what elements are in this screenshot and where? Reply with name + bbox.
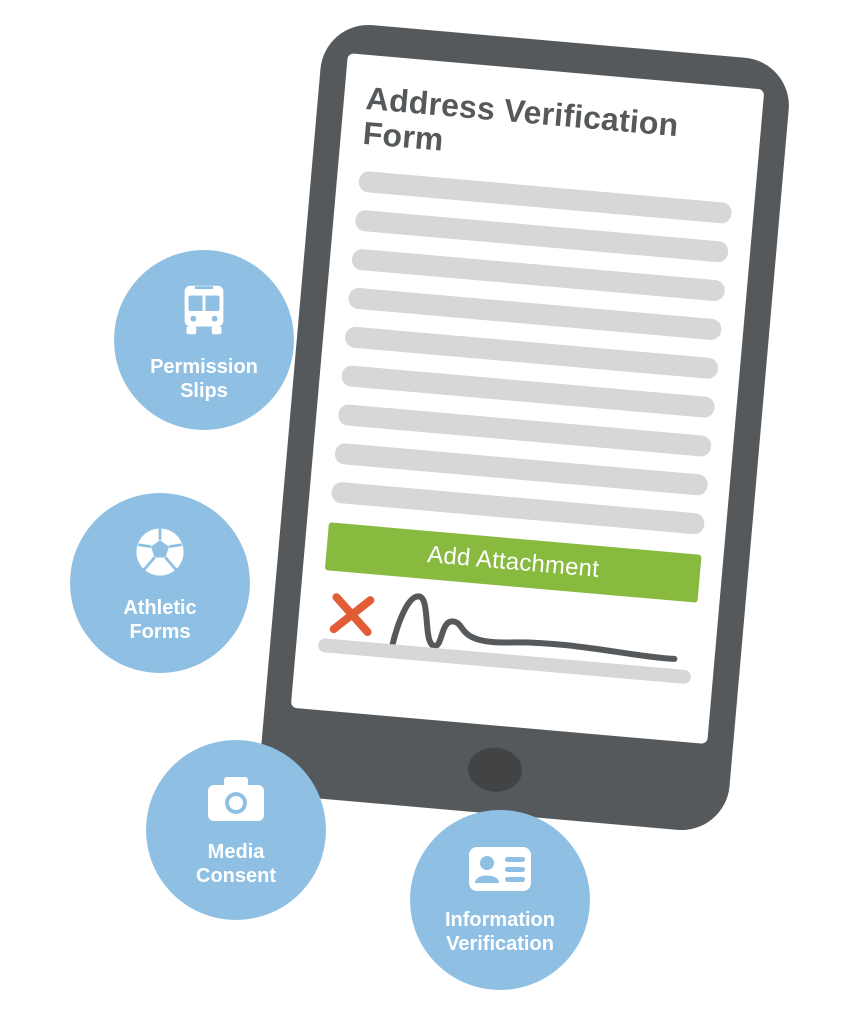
category-label: Information Verification bbox=[430, 908, 570, 956]
phone-screen: Address Verification Form Add Attachment bbox=[291, 53, 765, 744]
phone-body: Address Verification Form Add Attachment bbox=[257, 21, 793, 834]
category-label: Permission Slips bbox=[134, 355, 274, 403]
soccer-ball-icon bbox=[131, 523, 189, 586]
form-title: Address Verification Form bbox=[361, 81, 740, 184]
illustration-stage: Address Verification Form Add Attachment bbox=[0, 0, 844, 1024]
phone-home-button[interactable] bbox=[466, 745, 524, 794]
category-label: Athletic Forms bbox=[90, 596, 230, 644]
form-placeholder-lines bbox=[331, 171, 733, 535]
category-label: Media Consent bbox=[166, 840, 306, 888]
id-card-icon bbox=[467, 845, 533, 898]
phone-mockup: Address Verification Form Add Attachment bbox=[257, 21, 793, 834]
category-athletic-forms[interactable]: Athletic Forms bbox=[70, 493, 250, 673]
bus-icon bbox=[173, 278, 235, 345]
x-mark-icon bbox=[327, 589, 377, 639]
category-media-consent[interactable]: Media Consent bbox=[146, 740, 326, 920]
category-permission-slips[interactable]: Permission Slips bbox=[114, 250, 294, 430]
signature-area[interactable] bbox=[317, 586, 696, 688]
category-information-verification[interactable]: Information Verification bbox=[410, 810, 590, 990]
camera-icon bbox=[204, 773, 268, 830]
